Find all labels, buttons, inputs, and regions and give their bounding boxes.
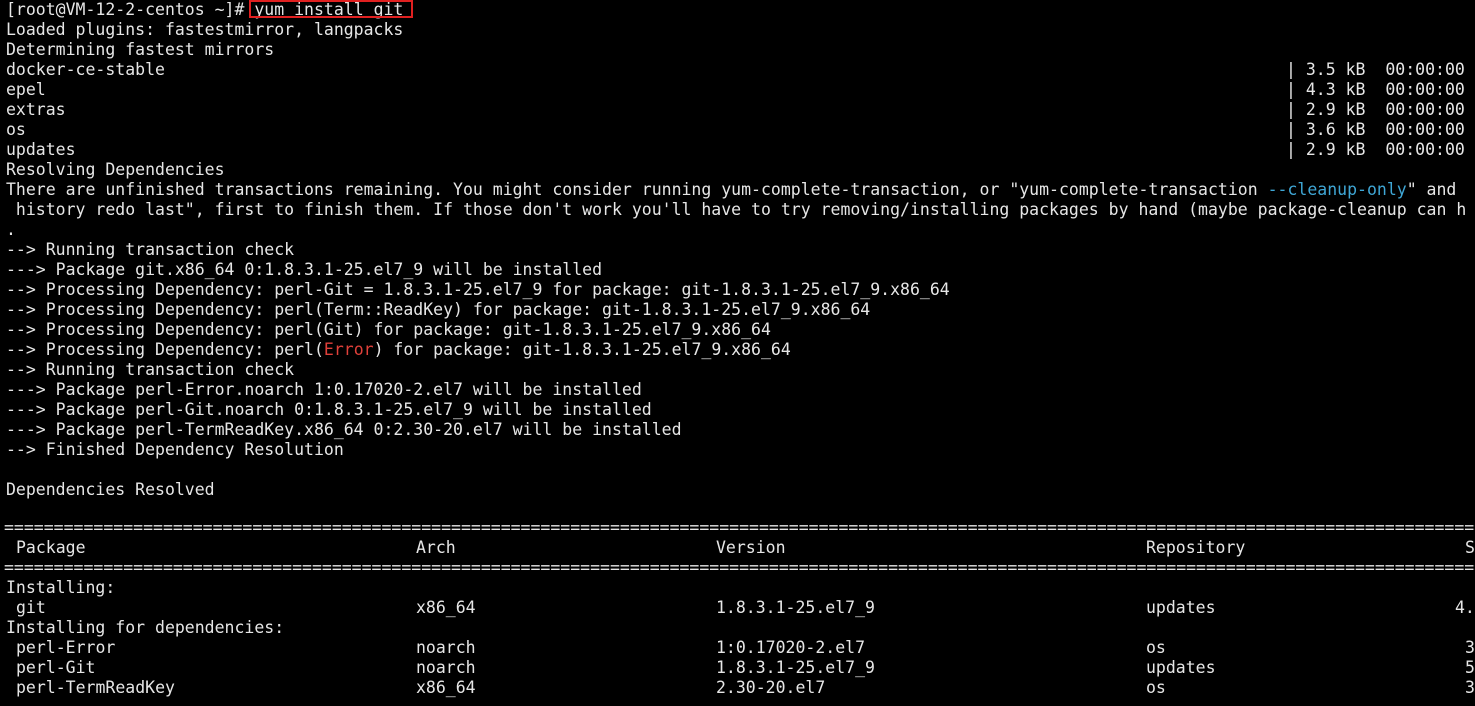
row-package: perl-TermReadKey: [16, 678, 175, 697]
table-separator: ========================================…: [4, 558, 1475, 577]
repo-name: epel: [6, 80, 46, 99]
row-package: perl-Error: [16, 638, 116, 657]
shell-prompt: [root@VM-12-2-centos ~]#: [6, 0, 255, 19]
row-arch: x86_64: [416, 598, 476, 617]
row-size: 3: [1465, 638, 1475, 657]
output-line: --> Processing Dependency: perl(Term::Re…: [6, 300, 871, 319]
terminal-window[interactable]: [root@VM-12-2-centos ~]# yum install git…: [0, 0, 1475, 706]
row-arch: noarch: [416, 638, 476, 657]
repo-name: extras: [6, 100, 66, 119]
error-keyword: Error: [323, 340, 374, 359]
repo-size: | 2.9 kB 00:00:00: [1286, 140, 1465, 159]
row-arch: x86_64: [416, 678, 476, 697]
output-line: ---> Package perl-TermReadKey.x86_64 0:2…: [6, 420, 682, 439]
row-package: git: [16, 598, 46, 617]
output-line: --> Finished Dependency Resolution: [6, 440, 344, 459]
repo-name: os: [6, 120, 26, 139]
row-size: 3: [1465, 678, 1475, 697]
row-repository: os: [1146, 678, 1166, 697]
row-repository: updates: [1146, 598, 1216, 617]
command-highlight-box: [249, 0, 413, 18]
header-arch: Arch: [416, 538, 456, 557]
repo-name: docker-ce-stable: [6, 60, 165, 79]
header-size: S: [1465, 538, 1475, 557]
row-version: 2.30-20.el7: [716, 678, 826, 697]
section-label: Installing for dependencies:: [6, 618, 285, 637]
warning-text: There are unfinished transactions remain…: [6, 180, 1268, 199]
repo-size: | 4.3 kB 00:00:00: [1286, 80, 1465, 99]
row-size: 4.: [1455, 598, 1475, 617]
output-line: Dependencies Resolved: [6, 480, 215, 499]
header-version: Version: [716, 538, 786, 557]
row-version: 1:0.17020-2.el7: [716, 638, 866, 657]
output-line: --> Processing Dependency: perl(Error) f…: [6, 340, 791, 360]
warning-line: There are unfinished transactions remain…: [6, 180, 1456, 200]
output-line: --> Processing Dependency: perl-Git = 1.…: [6, 280, 950, 299]
cleanup-option: --cleanup-only: [1267, 180, 1407, 199]
repo-size: | 3.5 kB 00:00:00: [1286, 60, 1465, 79]
row-version: 1.8.3.1-25.el7_9: [716, 658, 875, 677]
output-line: --> Processing Dependency: perl(Git) for…: [6, 320, 771, 339]
output-line: ---> Package git.x86_64 0:1.8.3.1-25.el7…: [6, 260, 603, 279]
row-repository: os: [1146, 638, 1166, 657]
row-size: 5: [1465, 658, 1475, 677]
output-line: ---> Package perl-Git.noarch 0:1.8.3.1-2…: [6, 400, 652, 419]
output-line: ---> Package perl-Error.noarch 1:0.17020…: [6, 380, 642, 399]
table-separator: ========================================…: [4, 518, 1475, 537]
output-line: .: [6, 220, 16, 239]
row-repository: updates: [1146, 658, 1216, 677]
dependency-text: ) for package: git-1.8.3.1-25.el7_9.x86_…: [373, 340, 791, 359]
row-package: perl-Git: [16, 658, 96, 677]
output-line: Loaded plugins: fastestmirror, langpacks: [6, 20, 404, 39]
output-line: --> Running transaction check: [6, 360, 295, 379]
section-label: Installing:: [6, 578, 116, 597]
warning-text: " and: [1406, 180, 1457, 199]
output-line: --> Running transaction check: [6, 240, 295, 259]
header-repository: Repository: [1146, 538, 1246, 557]
header-package: Package: [16, 538, 86, 557]
repo-size: | 2.9 kB 00:00:00: [1286, 100, 1465, 119]
dependency-text: --> Processing Dependency: perl(: [6, 340, 324, 359]
warning-line: history redo last", first to finish them…: [6, 200, 1467, 219]
output-line: Determining fastest mirrors: [6, 40, 275, 59]
row-version: 1.8.3.1-25.el7_9: [716, 598, 875, 617]
repo-size: | 3.6 kB 00:00:00: [1286, 120, 1465, 139]
repo-name: updates: [6, 140, 76, 159]
output-line: Resolving Dependencies: [6, 160, 225, 179]
row-arch: noarch: [416, 658, 476, 677]
